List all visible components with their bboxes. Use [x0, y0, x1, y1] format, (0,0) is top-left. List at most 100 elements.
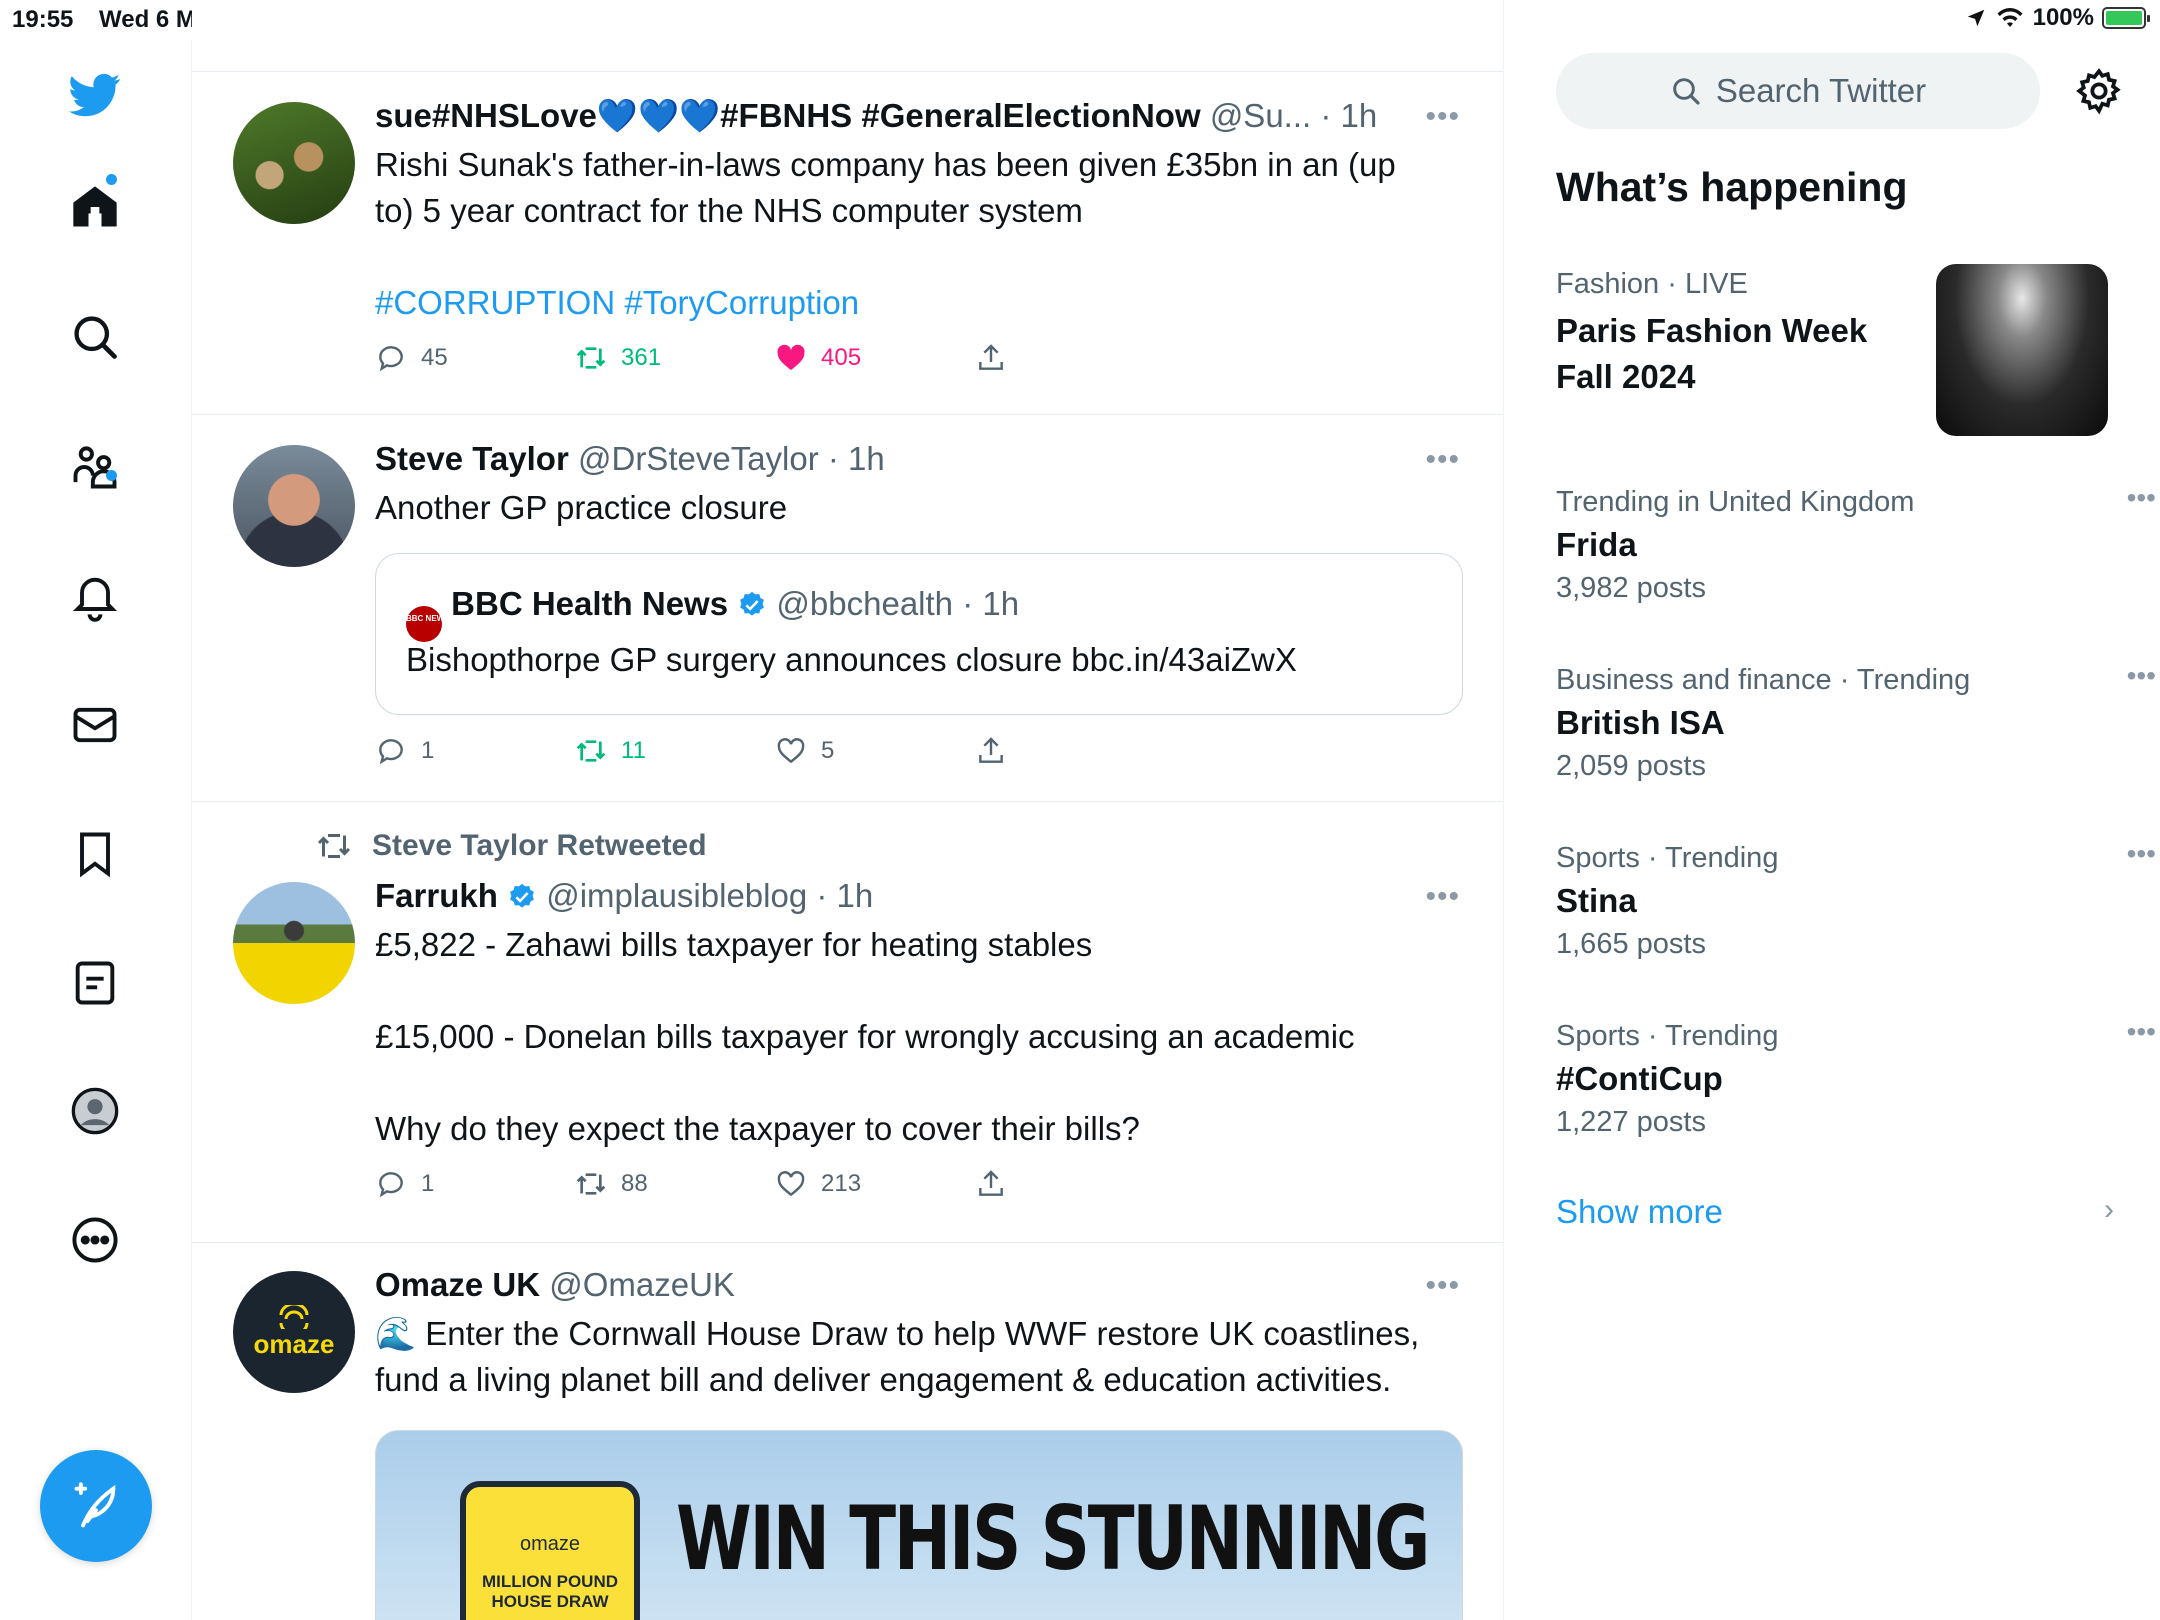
tweet-time[interactable]: · 1h [816, 877, 873, 914]
messages-icon[interactable] [66, 696, 124, 754]
trend-meta: Business and finance · Trending [1556, 664, 1971, 696]
twitter-logo-icon[interactable] [66, 66, 124, 124]
badge-text: MILLION POUND HOUSE DRAW [482, 1572, 618, 1611]
more-options-icon[interactable] [66, 1211, 124, 1269]
tweet-more-icon[interactable]: ••• [1425, 443, 1460, 477]
reply-button[interactable]: 1 [375, 1168, 434, 1200]
settings-gear-icon[interactable] [2074, 66, 2124, 116]
tweet-time[interactable]: · 1h [1320, 97, 1377, 134]
trend-item[interactable]: Sports · Trending Stina 1,665 posts ••• [1556, 838, 2156, 964]
tweet-header: Omaze UK @OmazeUK [375, 1263, 1475, 1307]
tweet-text: Rishi Sunak's father-in-laws company has… [375, 146, 1396, 229]
trend-topic: Stina [1556, 882, 1637, 919]
tweet-more-icon[interactable]: ••• [1425, 880, 1460, 914]
trend-more-icon[interactable]: ••• [2127, 482, 2156, 514]
trend-count: 3,982 posts [1556, 572, 1706, 604]
search-placeholder: Search Twitter [1715, 72, 1927, 109]
tweet-time[interactable]: · 1h [828, 440, 885, 477]
badge-brand: omaze [519, 1533, 581, 1555]
quoted-tweet[interactable]: BBC NEWS BBC Health News @bbchealth · 1h… [375, 553, 1463, 715]
whats-happening-title: What’s happening [1556, 164, 1908, 210]
trend-more-icon[interactable]: ••• [2127, 1016, 2156, 1048]
tweet-hashtags[interactable]: #CORRUPTION #ToryCorruption [375, 280, 1475, 326]
user-handle[interactable]: @DrSteveTaylor [578, 440, 819, 477]
user-handle[interactable]: @implausibleblog [546, 877, 807, 914]
tweet-header: sue#NHSLove💙💙💙#FBNHS #GeneralElectionNow… [375, 94, 1475, 138]
tweet-body: Omaze UK @OmazeUK 🌊 Enter the Cornwall H… [375, 1263, 1475, 1403]
like-button[interactable]: 405 [775, 342, 861, 374]
like-button[interactable]: 213 [775, 1168, 861, 1200]
retweet-button[interactable]: 11 [575, 735, 646, 767]
trend-more-icon[interactable]: ••• [2127, 838, 2156, 870]
tweet-text: 🌊 Enter the Cornwall House Draw to help … [375, 1315, 1420, 1398]
promo-headline: WIN THIS STUNNING [676, 1487, 1431, 1590]
share-button[interactable] [975, 1168, 1007, 1200]
tweet-more-icon[interactable]: ••• [1425, 1269, 1460, 1303]
retweeted-by[interactable]: Steve Taylor Retweeted [316, 828, 707, 864]
trend-meta: Sports · Trending [1556, 1020, 1779, 1052]
retweet-icon [576, 740, 606, 762]
profile-avatar-icon[interactable] [66, 1082, 124, 1140]
tweet-card[interactable]: sue#NHSLove💙💙💙#FBNHS #GeneralElectionNow… [192, 72, 1503, 415]
user-handle[interactable]: @Su... [1210, 97, 1311, 134]
reply-count: 1 [421, 737, 435, 764]
display-name[interactable]: Farrukh [375, 877, 498, 914]
display-name[interactable]: Steve Taylor [375, 440, 569, 477]
compose-tweet-button[interactable] [40, 1450, 152, 1562]
feather-plus-icon [74, 1482, 116, 1528]
quoted-display-name: BBC Health News [451, 585, 729, 622]
trend-meta: Trending in United Kingdom [1556, 486, 1915, 518]
user-avatar[interactable]: omaze [233, 1271, 355, 1393]
retweet-icon [576, 1173, 606, 1195]
trend-topic: British ISA [1556, 704, 1725, 741]
trend-item[interactable]: Business and finance · Trending British … [1556, 660, 2156, 786]
search-icon[interactable] [66, 308, 124, 366]
user-avatar[interactable] [233, 445, 355, 567]
tweet-text: Another GP practice closure [375, 489, 788, 526]
user-avatar[interactable] [233, 882, 355, 1004]
quoted-tweet-header: BBC NEWS BBC Health News @bbchealth · 1h [406, 582, 1019, 642]
lists-icon[interactable] [66, 954, 124, 1012]
left-nav [0, 40, 192, 1620]
retweeted-by-label: Steve Taylor Retweeted [372, 829, 707, 862]
heart-icon [777, 738, 805, 764]
trend-more-icon[interactable]: ••• [2127, 660, 2156, 692]
display-name[interactable]: sue#NHSLove💙💙💙#FBNHS #GeneralElectionNow [375, 97, 1201, 134]
heart-icon [777, 1171, 805, 1197]
tweet-card[interactable]: Steve Taylor Retweeted Farrukh @implausi… [192, 802, 1503, 1243]
notifications-bell-icon[interactable] [66, 567, 124, 625]
show-more-link[interactable]: Show more [1556, 1193, 1723, 1231]
wifi-icon [1997, 8, 2023, 27]
bbc-news-logo: BBC NEWS [406, 606, 450, 642]
trend-item[interactable]: Sports · Trending #ContiCup 1,227 posts … [1556, 1016, 2156, 1142]
chevron-right-icon: › [2104, 1193, 2114, 1226]
share-button[interactable] [975, 735, 1007, 767]
retweet-button[interactable]: 361 [575, 342, 661, 374]
user-handle[interactable]: @OmazeUK [549, 1266, 735, 1303]
home-icon[interactable] [66, 178, 124, 236]
user-avatar[interactable] [233, 102, 355, 224]
search-twitter-input[interactable]: Search Twitter [1556, 53, 2040, 129]
communities-icon[interactable] [66, 438, 124, 496]
tweet-card[interactable]: Steve Taylor @DrSteveTaylor · 1h Another… [192, 415, 1503, 802]
reply-button[interactable]: 1 [375, 735, 434, 767]
promo-media-card[interactable]: omaze MILLION POUND HOUSE DRAW WIN THIS … [375, 1430, 1463, 1620]
tweet-text: £5,822 - Zahawi bills taxpayer for heati… [375, 926, 1355, 1147]
reply-icon [379, 346, 403, 372]
timeline-top-bar [192, 0, 1503, 72]
share-button[interactable] [975, 342, 1007, 374]
like-count: 213 [821, 1170, 862, 1197]
trend-topic: Frida [1556, 526, 1637, 563]
bookmarks-icon[interactable] [66, 825, 124, 883]
like-button[interactable]: 5 [775, 735, 834, 767]
reply-button[interactable]: 45 [375, 342, 448, 374]
tweet-more-icon[interactable]: ••• [1425, 100, 1460, 134]
trend-topic: Paris Fashion Week Fall 2024 [1556, 312, 1868, 395]
tweet-header: Steve Taylor @DrSteveTaylor · 1h [375, 437, 1475, 481]
display-name[interactable]: Omaze UK [375, 1266, 540, 1303]
fashion-week-thumbnail[interactable] [1936, 264, 2108, 436]
retweet-button[interactable]: 88 [575, 1168, 648, 1200]
battery-percent: 100% [2032, 4, 2094, 31]
quoted-handle: @bbchealth [776, 585, 954, 622]
trend-item[interactable]: Trending in United Kingdom Frida 3,982 p… [1556, 482, 2156, 608]
